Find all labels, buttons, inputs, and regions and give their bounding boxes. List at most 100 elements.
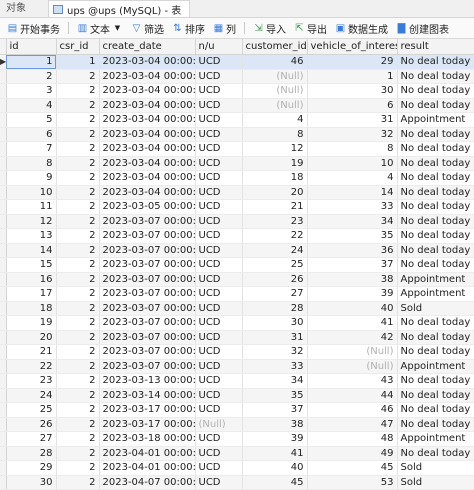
cell-vehicle-of-interest[interactable]: 32 bbox=[307, 127, 398, 142]
cell-vehicle-of-interest[interactable]: 33 bbox=[307, 199, 398, 215]
cell-n-u[interactable]: UCD bbox=[195, 112, 243, 128]
table-row[interactable]: 1822023-03-07 00:00:00UCD2840Sold bbox=[0, 301, 474, 316]
cell-id[interactable]: 6 bbox=[6, 127, 57, 142]
cell-vehicle-of-interest[interactable]: 49 bbox=[307, 446, 398, 461]
cell-csr-id[interactable]: 2 bbox=[56, 460, 100, 476]
cell-result[interactable]: No deal today bbox=[397, 69, 474, 84]
table-row[interactable]: 2522023-03-17 00:00:00UCD3746No deal tod… bbox=[0, 402, 474, 418]
cell-customer-id[interactable]: 24 bbox=[242, 243, 308, 258]
cell-create-date[interactable]: 2023-03-07 00:00:00 bbox=[99, 315, 196, 331]
cell-vehicle-of-interest[interactable]: (Null) bbox=[307, 359, 398, 374]
cell-result[interactable]: Appointment bbox=[397, 112, 474, 128]
cell-csr-id[interactable]: 2 bbox=[56, 315, 100, 331]
cell-customer-id[interactable]: 28 bbox=[242, 301, 308, 316]
cell-create-date[interactable]: 2023-03-07 00:00:00 bbox=[99, 243, 196, 258]
cell-csr-id[interactable]: 2 bbox=[56, 257, 100, 273]
cell-id[interactable]: 25 bbox=[6, 402, 57, 418]
cell-id[interactable]: 20 bbox=[6, 330, 57, 345]
cell-result[interactable]: No deal today bbox=[397, 54, 474, 70]
cell-csr-id[interactable]: 2 bbox=[56, 243, 100, 258]
cell-id[interactable]: 23 bbox=[6, 373, 57, 389]
column-header-csr-id[interactable]: csr_id bbox=[56, 39, 100, 55]
cell-id[interactable]: 8 bbox=[6, 156, 57, 171]
cell-csr-id[interactable]: 2 bbox=[56, 156, 100, 171]
cell-n-u[interactable]: UCD bbox=[195, 272, 243, 287]
cell-vehicle-of-interest[interactable]: (Null) bbox=[307, 344, 398, 360]
cell-create-date[interactable]: 2023-04-01 00:00:00 bbox=[99, 460, 196, 476]
cell-id[interactable]: 9 bbox=[6, 170, 57, 186]
cell-csr-id[interactable]: 2 bbox=[56, 199, 100, 215]
cell-create-date[interactable]: 2023-03-07 00:00:00 bbox=[99, 257, 196, 273]
cell-result[interactable]: Sold bbox=[397, 301, 474, 316]
cell-customer-id[interactable]: 35 bbox=[242, 388, 308, 403]
cell-create-date[interactable]: 2023-03-07 00:00:00 bbox=[99, 286, 196, 302]
table-row[interactable]: 2622023-03-17 00:00:00(Null)3847No deal … bbox=[0, 417, 474, 432]
column-header-n-u[interactable]: n/u bbox=[195, 39, 243, 55]
cell-n-u[interactable]: UCD bbox=[195, 54, 243, 70]
cell-n-u[interactable]: UCD bbox=[195, 330, 243, 345]
cell-customer-id[interactable]: 20 bbox=[242, 185, 308, 200]
cell-id[interactable]: 7 bbox=[6, 141, 57, 157]
cell-id[interactable]: 27 bbox=[6, 431, 57, 447]
cell-csr-id[interactable]: 2 bbox=[56, 359, 100, 374]
cell-vehicle-of-interest[interactable]: 34 bbox=[307, 214, 398, 229]
cell-customer-id[interactable]: 37 bbox=[242, 402, 308, 418]
cell-vehicle-of-interest[interactable]: 6 bbox=[307, 98, 398, 113]
filter-button[interactable]: ▽ 筛选 bbox=[128, 19, 167, 37]
cell-customer-id[interactable]: 39 bbox=[242, 431, 308, 447]
cell-customer-id[interactable]: 26 bbox=[242, 272, 308, 287]
cell-create-date[interactable]: 2023-03-07 00:00:00 bbox=[99, 228, 196, 244]
cell-vehicle-of-interest[interactable]: 1 bbox=[307, 69, 398, 84]
cell-csr-id[interactable]: 2 bbox=[56, 141, 100, 157]
table-row[interactable]: 922023-03-04 00:00:00UCD184No deal today bbox=[0, 170, 474, 186]
cell-create-date[interactable]: 2023-03-04 00:00:00 bbox=[99, 127, 196, 142]
cell-create-date[interactable]: 2023-03-05 00:00:00 bbox=[99, 199, 196, 215]
cell-n-u[interactable]: UCD bbox=[195, 69, 243, 84]
cell-n-u[interactable]: UCD bbox=[195, 431, 243, 447]
cell-vehicle-of-interest[interactable]: 35 bbox=[307, 228, 398, 244]
cell-customer-id[interactable]: 34 bbox=[242, 373, 308, 389]
cell-result[interactable]: Appointment bbox=[397, 359, 474, 374]
cell-result[interactable]: No deal today bbox=[397, 257, 474, 273]
cell-id[interactable]: 22 bbox=[6, 359, 57, 374]
cell-result[interactable]: No deal today bbox=[397, 127, 474, 142]
cell-create-date[interactable]: 2023-03-07 00:00:00 bbox=[99, 301, 196, 316]
cell-vehicle-of-interest[interactable]: 46 bbox=[307, 402, 398, 418]
cell-csr-id[interactable]: 2 bbox=[56, 402, 100, 418]
cell-n-u[interactable]: UCD bbox=[195, 460, 243, 476]
cell-create-date[interactable]: 2023-03-14 00:00:00 bbox=[99, 388, 196, 403]
cell-customer-id[interactable]: 22 bbox=[242, 228, 308, 244]
data-generation-button[interactable]: ▣ 数据生成 bbox=[332, 19, 391, 37]
cell-result[interactable]: Appointment bbox=[397, 431, 474, 447]
table-row[interactable]: 622023-03-04 00:00:00UCD832No deal today bbox=[0, 127, 474, 142]
cell-result[interactable]: No deal today bbox=[397, 344, 474, 360]
cell-create-date[interactable]: 2023-03-13 00:00:00 bbox=[99, 373, 196, 389]
cell-id[interactable]: 2 bbox=[6, 69, 57, 84]
row-pointer-icon[interactable]: ▶ bbox=[0, 54, 7, 70]
cell-id[interactable]: 26 bbox=[6, 417, 57, 432]
tab-table-ups[interactable]: ups @ups (MySQL) - 表 bbox=[48, 0, 191, 17]
cell-create-date[interactable]: 2023-03-07 00:00:00 bbox=[99, 214, 196, 229]
cell-id[interactable]: 24 bbox=[6, 388, 57, 403]
cell-csr-id[interactable]: 2 bbox=[56, 431, 100, 447]
cell-vehicle-of-interest[interactable]: 41 bbox=[307, 315, 398, 331]
cell-id[interactable]: 29 bbox=[6, 460, 57, 476]
cell-create-date[interactable]: 2023-03-04 00:00:00 bbox=[99, 83, 196, 99]
cell-n-u[interactable]: UCD bbox=[195, 98, 243, 113]
cell-vehicle-of-interest[interactable]: 30 bbox=[307, 83, 398, 99]
cell-n-u[interactable]: UCD bbox=[195, 301, 243, 316]
cell-n-u[interactable]: UCD bbox=[195, 402, 243, 418]
table-row[interactable]: 522023-03-04 00:00:00UCD431Appointment bbox=[0, 112, 474, 128]
cell-result[interactable]: No deal today bbox=[397, 199, 474, 215]
cell-csr-id[interactable]: 2 bbox=[56, 170, 100, 186]
cell-vehicle-of-interest[interactable]: 39 bbox=[307, 286, 398, 302]
table-row[interactable]: 1522023-03-07 00:00:00UCD2537No deal tod… bbox=[0, 257, 474, 273]
cell-customer-id[interactable]: 27 bbox=[242, 286, 308, 302]
cell-result[interactable]: No deal today bbox=[397, 417, 474, 432]
cell-create-date[interactable]: 2023-03-17 00:00:00 bbox=[99, 417, 196, 432]
begin-transaction-button[interactable]: ▤ 开始事务 bbox=[4, 19, 63, 37]
cell-customer-id[interactable]: (Null) bbox=[242, 83, 308, 99]
cell-id[interactable]: 11 bbox=[6, 199, 57, 215]
cell-vehicle-of-interest[interactable]: 8 bbox=[307, 141, 398, 157]
cell-csr-id[interactable]: 2 bbox=[56, 344, 100, 360]
